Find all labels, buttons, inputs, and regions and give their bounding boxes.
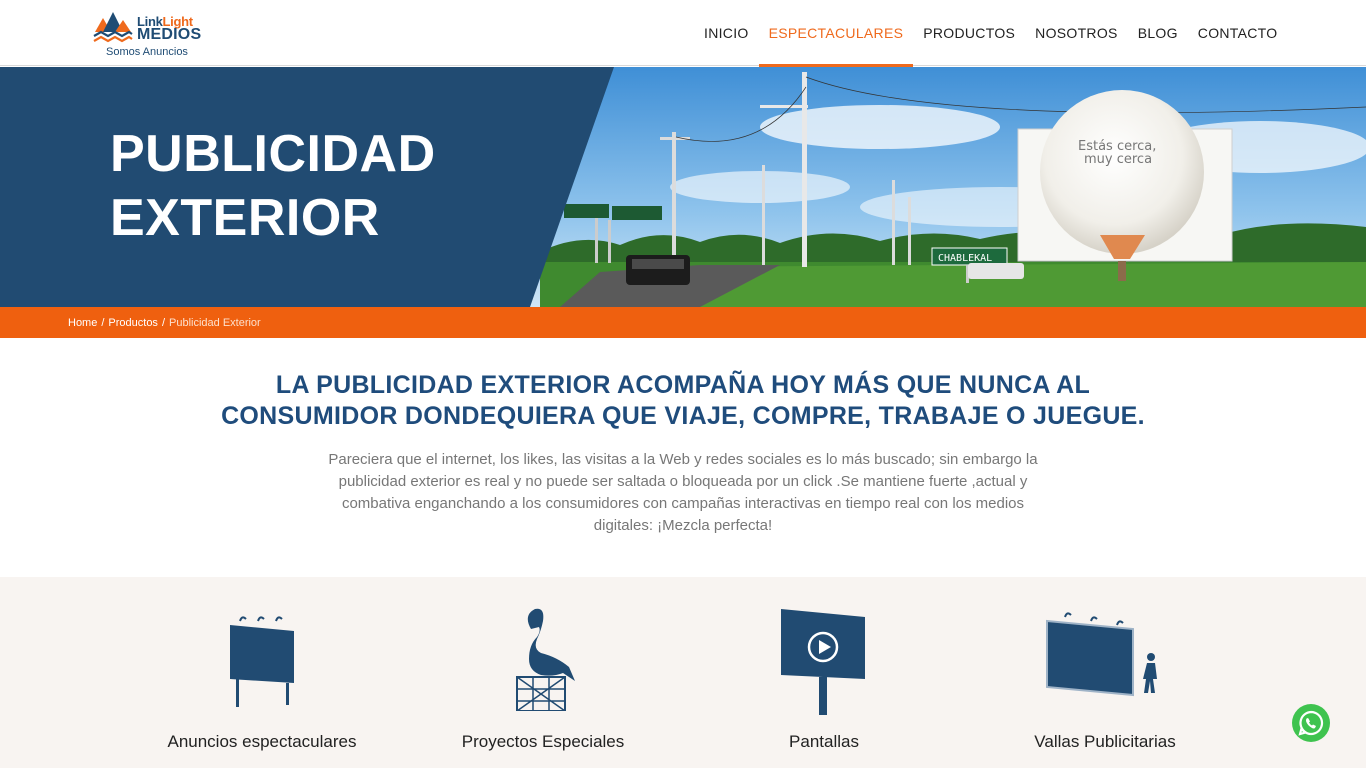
breadcrumb-current: Publicidad Exterior	[169, 316, 261, 329]
wall-billboard-icon	[1046, 612, 1157, 697]
main-nav: INICIO ESPECTACULARES PRODUCTOS NOSOTROS…	[694, 0, 1288, 67]
intro-paragraph: Pareciera que el internet, los likes, la…	[328, 451, 1038, 534]
hero-banner: CHABLEKAL Estás cerca, muy cerca PUBLICI…	[0, 67, 1366, 307]
breadcrumb-separator: /	[101, 316, 105, 329]
product-label: Pantallas	[789, 732, 859, 751]
whatsapp-icon	[1298, 710, 1324, 736]
breadcrumb-products[interactable]: Productos	[108, 317, 158, 329]
whatsapp-chat-button[interactable]	[1292, 704, 1330, 742]
screen-play-icon	[781, 609, 865, 715]
products-section: Anuncios espectaculares Proyectos Especi…	[0, 577, 1366, 768]
nav-contacto[interactable]: CONTACTO	[1188, 0, 1288, 66]
logo-mark-icon	[93, 12, 133, 43]
road-sign-text: CHABLEKAL	[938, 253, 992, 264]
breadcrumb: Home / Productos / Publicidad Exterior	[0, 307, 1366, 338]
intro-heading-line2: CONSUMIDOR DONDEQUIERA QUE VIAJE, COMPRE…	[221, 402, 1145, 430]
product-pantallas[interactable]: Pantallas	[684, 577, 964, 768]
hero-title-line2: EXTERIOR	[110, 189, 380, 247]
product-proyectos-especiales[interactable]: Proyectos Especiales	[403, 577, 683, 768]
nav-inicio[interactable]: INICIO	[694, 0, 759, 66]
logo-medios: MEDIOS	[137, 26, 202, 43]
product-label: Proyectos Especiales	[461, 732, 625, 751]
product-label: Vallas Publicitarias	[1034, 732, 1176, 751]
breadcrumb-home[interactable]: Home	[68, 317, 97, 329]
nav-nosotros[interactable]: NOSOTROS	[1025, 0, 1128, 66]
nav-espectaculares[interactable]: ESPECTACULARES	[758, 0, 914, 67]
site-logo[interactable]: LinkLight MEDIOS Somos Anuncios	[93, 6, 203, 60]
flamingo-icon	[516, 608, 575, 711]
breadcrumb-separator: /	[161, 316, 165, 329]
nav-blog[interactable]: BLOG	[1128, 0, 1188, 66]
product-vallas-publicitarias[interactable]: Vallas Publicitarias	[965, 577, 1245, 768]
logo-tagline: Somos Anuncios	[106, 46, 188, 58]
hero-title-line1: PUBLICIDAD	[110, 125, 436, 183]
intro-heading-line1: LA PUBLICIDAD EXTERIOR ACOMPAÑA HOY MÁS …	[275, 371, 1091, 399]
product-anuncios-espectaculares[interactable]: Anuncios espectaculares	[122, 577, 402, 768]
site-header: LinkLight MEDIOS Somos Anuncios INICIO E…	[0, 0, 1366, 67]
billboard-line2: muy cerca	[1084, 152, 1152, 167]
intro-heading: LA PUBLICIDAD EXTERIOR ACOMPAÑA HOY MÁS …	[0, 370, 1366, 432]
product-label: Anuncios espectaculares	[167, 732, 357, 751]
billboard-icon	[230, 616, 294, 707]
hero-title: PUBLICIDAD EXTERIOR	[110, 122, 436, 250]
nav-productos[interactable]: PRODUCTOS	[913, 0, 1025, 66]
